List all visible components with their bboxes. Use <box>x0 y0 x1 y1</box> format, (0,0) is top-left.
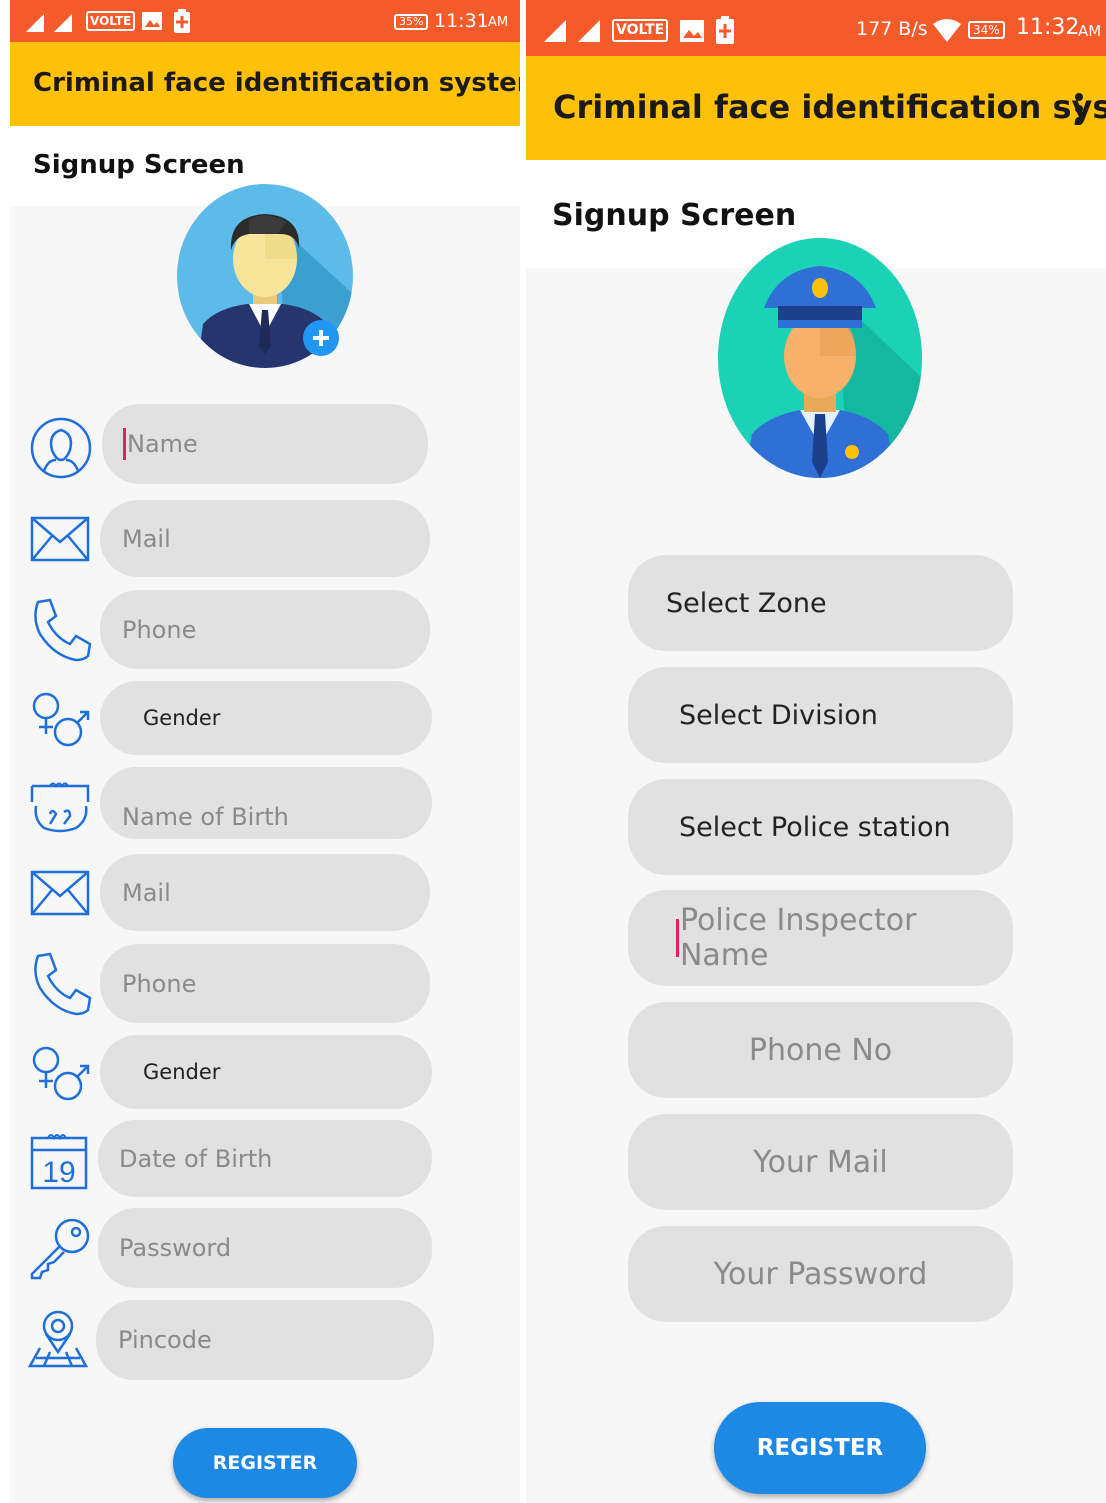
birth-placeholder-clipped: Name of Birth <box>122 803 289 831</box>
phone-icon <box>34 952 92 1016</box>
add-photo-icon[interactable] <box>303 320 339 356</box>
clock: 11:32 <box>1016 15 1080 40</box>
text-cursor <box>676 919 679 957</box>
phone-placeholder: Phone <box>122 969 197 998</box>
gallery-icon <box>680 20 704 42</box>
calendar-icon <box>30 782 90 833</box>
zone-spinner-value: Select Zone <box>666 587 827 619</box>
app-bar: Criminal face identification syst... <box>526 56 1106 160</box>
calendar-icon: 19 <box>30 1134 88 1190</box>
gender-spinner[interactable]: Gender <box>100 1035 432 1109</box>
network-speed: 177 B/s <box>856 18 928 40</box>
police-station-spinner-value: Select Police station <box>679 811 951 843</box>
battery-saver-icon <box>174 9 190 33</box>
gender-spinner-value: Gender <box>143 1060 221 1084</box>
key-icon <box>30 1218 90 1280</box>
police-officer-avatar-icon <box>718 238 922 478</box>
register-button[interactable]: REGISTER <box>173 1428 357 1498</box>
right-phone-screen: VOLTE 177 B/s 34% 11:32 AM Criminal face… <box>526 0 1106 1503</box>
birth-field-clipped[interactable]: Name of Birth <box>100 767 432 839</box>
signal-2-icon <box>54 14 72 32</box>
phone-placeholder: Phone <box>122 615 197 644</box>
gender-icon <box>32 1046 90 1101</box>
date-of-birth-placeholder: Date of Birth <box>119 1144 273 1173</box>
mail-placeholder: Mail <box>122 878 171 907</box>
volte-badge: VOLTE <box>612 19 669 42</box>
status-bar: VOLTE 35% 11:31 AM <box>10 0 520 42</box>
location-pin-icon <box>28 1310 88 1368</box>
password-field[interactable]: Password <box>98 1208 432 1288</box>
left-phone-screen: VOLTE 35% 11:31 AM Criminal face identif… <box>10 0 520 1503</box>
pincode-field[interactable]: Pincode <box>96 1300 434 1380</box>
division-spinner[interactable]: Select Division <box>628 667 1013 763</box>
app-title: Criminal face identification system <box>33 68 520 98</box>
mail-placeholder: Your Mail <box>753 1144 888 1180</box>
phone-no-field[interactable]: Phone No <box>628 1002 1013 1098</box>
date-of-birth-field[interactable]: Date of Birth <box>98 1120 432 1197</box>
clock-ampm: AM <box>488 15 509 30</box>
name-field[interactable]: Name <box>102 404 428 484</box>
wifi-icon <box>933 19 961 42</box>
person-outline-icon <box>30 417 92 479</box>
password-field[interactable]: Your Password <box>628 1226 1013 1322</box>
battery-indicator: 34% <box>968 21 1005 39</box>
inspector-name-placeholder: Police Inspector Name <box>679 903 917 973</box>
app-title: Criminal face identification syst... <box>553 88 1106 126</box>
gender-spinner[interactable]: Gender <box>100 681 432 755</box>
battery-saver-icon <box>716 16 734 44</box>
screen-title: Signup Screen <box>33 150 245 180</box>
calendar-day-number: 19 <box>42 1156 75 1189</box>
mail-placeholder: Mail <box>122 524 171 553</box>
register-button[interactable]: REGISTER <box>714 1402 926 1494</box>
register-button-label: REGISTER <box>756 1435 884 1461</box>
avatar-picker[interactable] <box>177 184 353 368</box>
name-placeholder: Name <box>127 430 198 458</box>
phone-no-placeholder: Phone No <box>748 1032 893 1068</box>
mail-field[interactable]: Your Mail <box>628 1114 1013 1210</box>
mail-icon <box>30 516 90 562</box>
password-placeholder: Password <box>119 1234 232 1262</box>
pincode-placeholder: Pincode <box>118 1326 212 1354</box>
phone-icon <box>34 598 92 662</box>
inspector-name-field[interactable]: Police Inspector Name <box>628 890 1013 986</box>
app-bar: Criminal face identification system <box>10 42 520 126</box>
volte-badge: VOLTE <box>86 11 136 31</box>
register-button-label: REGISTER <box>212 1452 318 1474</box>
division-spinner-value: Select Division <box>679 699 878 731</box>
password-placeholder: Your Password <box>713 1256 928 1292</box>
phone-field[interactable]: Phone <box>100 944 430 1023</box>
mail-field[interactable]: Mail <box>100 854 430 931</box>
battery-indicator: 35% <box>394 14 429 30</box>
status-bar: VOLTE 177 B/s 34% 11:32 AM <box>526 0 1106 56</box>
signal-2-icon <box>578 20 600 42</box>
gallery-icon <box>142 12 162 30</box>
signal-1-icon <box>26 14 44 32</box>
gender-icon <box>32 692 90 747</box>
police-station-spinner[interactable]: Select Police station <box>628 779 1013 875</box>
clock: 11:31 <box>434 10 489 32</box>
overflow-menu-icon[interactable] <box>1072 92 1086 126</box>
signal-1-icon <box>544 20 566 42</box>
text-cursor <box>123 428 126 460</box>
screen-title: Signup Screen <box>552 198 797 233</box>
clock-ampm: AM <box>1078 22 1102 40</box>
clip-overlay <box>100 767 432 803</box>
zone-spinner[interactable]: Select Zone <box>628 555 1013 651</box>
phone-field[interactable]: Phone <box>100 590 430 669</box>
mail-field[interactable]: Mail <box>100 500 430 577</box>
gender-spinner-value: Gender <box>143 706 221 730</box>
mail-icon <box>30 870 90 916</box>
